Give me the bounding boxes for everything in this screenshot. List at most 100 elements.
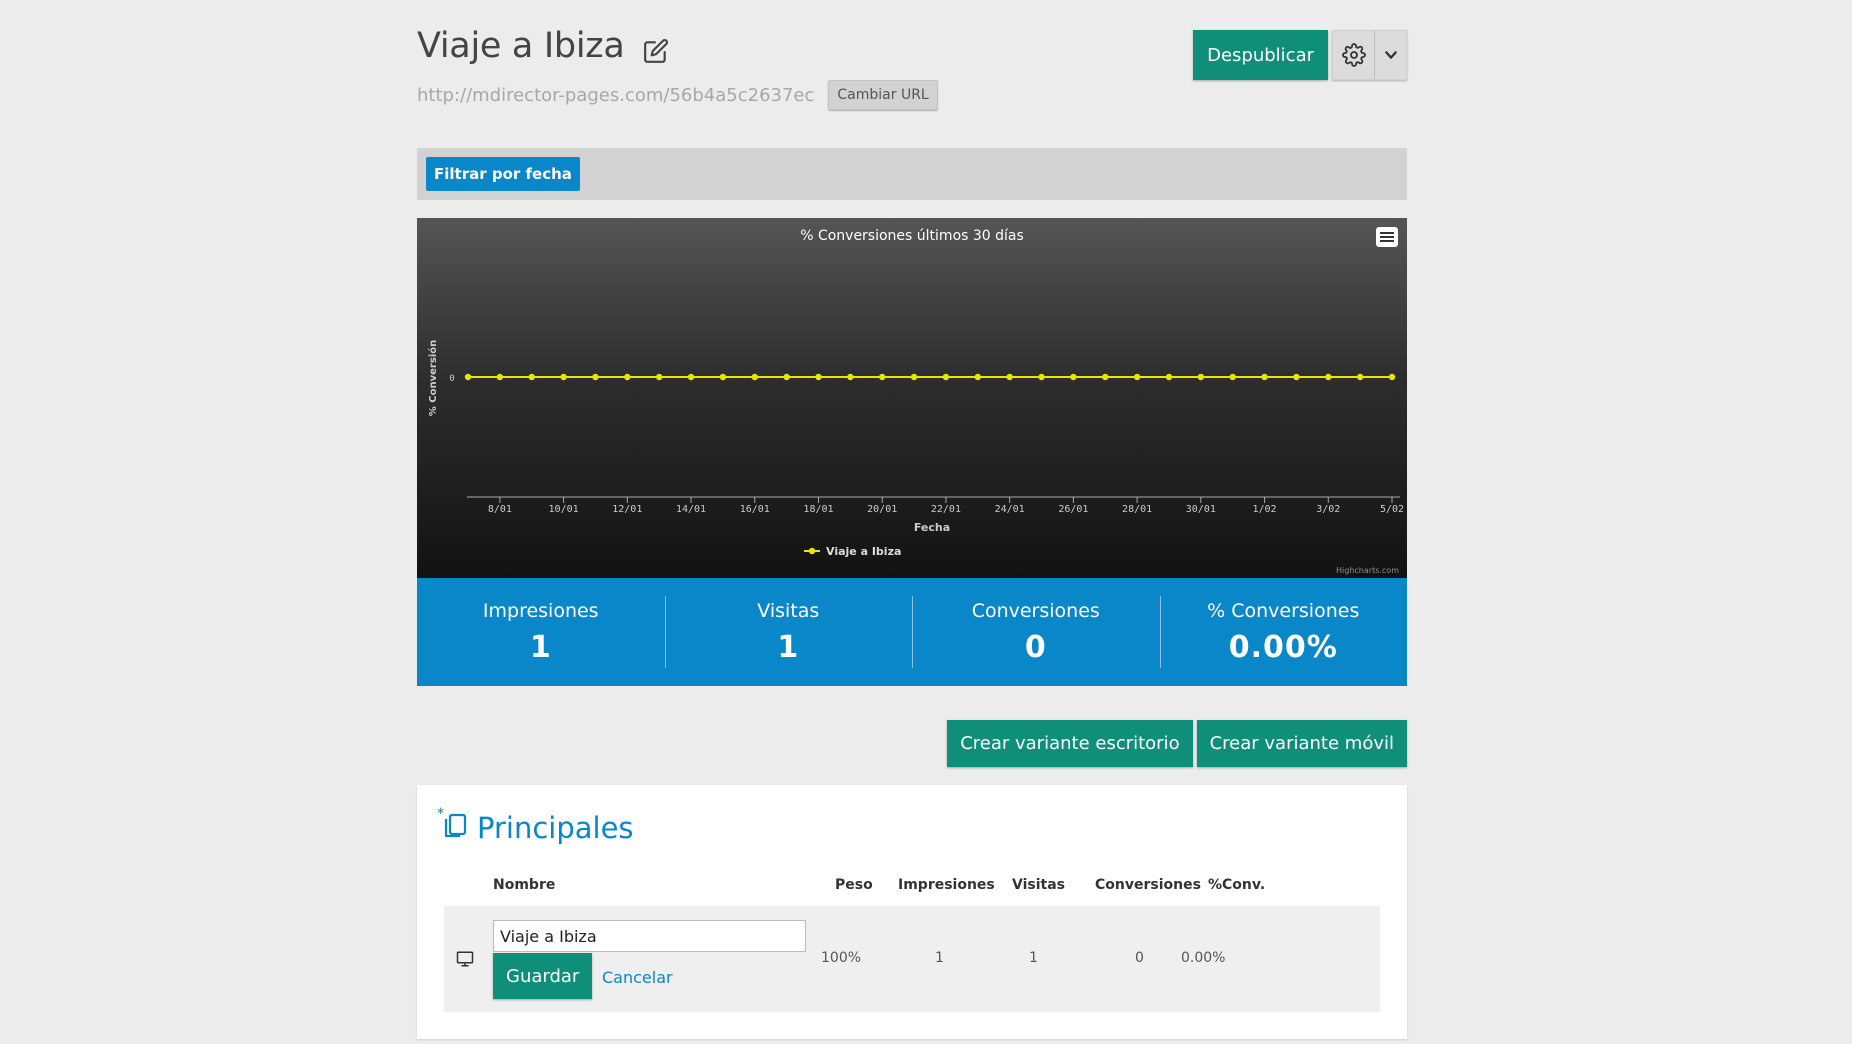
series-point xyxy=(1261,373,1268,381)
x-tick-label: 3/02 xyxy=(1316,504,1340,515)
page-title-wrap: Viaje a Ibiza xyxy=(417,26,669,66)
stat-value: 0 xyxy=(1024,629,1047,665)
chart-legend[interactable]: Viaje a Ibiza xyxy=(804,545,901,558)
cell-weight: 100% xyxy=(821,950,862,966)
x-tick-label: 30/01 xyxy=(1186,504,1216,515)
col-name: Nombre xyxy=(493,877,556,893)
series-point xyxy=(847,373,854,381)
series-point xyxy=(496,373,504,381)
variant-actions: Crear variante escritorio Crear variante… xyxy=(947,720,1407,767)
stat-label: Conversiones xyxy=(971,599,1100,622)
create-desktop-variant-button[interactable]: Crear variante escritorio xyxy=(947,720,1193,767)
variant-name-input[interactable] xyxy=(493,920,806,952)
series-point xyxy=(1070,373,1077,381)
x-tick-label: 14/01 xyxy=(676,504,706,515)
table-header: Nombre Peso Impresiones Visitas Conversi… xyxy=(417,873,1407,899)
series-point xyxy=(1038,373,1045,381)
page-url: http://mdirector-pages.com/56b4a5c2637ec xyxy=(417,84,815,106)
series-point xyxy=(815,373,822,381)
x-tick-label: 22/01 xyxy=(931,504,961,515)
panel-title: Principales xyxy=(477,810,634,845)
filter-bar: Filtrar por fecha xyxy=(417,148,1407,200)
stat-label: Visitas xyxy=(757,599,820,622)
page-header: Viaje a Ibiza http://mdirector-pages.com… xyxy=(417,0,1407,140)
x-tick-label: 20/01 xyxy=(867,504,897,515)
header-actions: Despublicar xyxy=(1193,30,1407,80)
x-tick-label: 1/02 xyxy=(1253,504,1277,515)
x-tick-label: 5/02 xyxy=(1380,504,1404,515)
series-point xyxy=(1388,373,1396,381)
cell-visits: 1 xyxy=(1029,950,1038,966)
stat-value: 1 xyxy=(529,629,552,665)
x-tick-label: 18/01 xyxy=(803,504,833,515)
series-point xyxy=(879,373,886,381)
cancel-link[interactable]: Cancelar xyxy=(602,968,673,987)
chevron-down-icon[interactable] xyxy=(1375,31,1406,79)
page-title: Viaje a Ibiza xyxy=(417,26,625,66)
variants-panel: * Principales Nombre Peso Impresiones Vi… xyxy=(417,785,1407,1039)
cell-conversions: 0 xyxy=(1135,950,1144,966)
series-point xyxy=(974,373,981,381)
panel-title-wrap: * Principales xyxy=(437,806,634,848)
legend-label: Viaje a Ibiza xyxy=(826,545,901,558)
page-container: Viaje a Ibiza http://mdirector-pages.com… xyxy=(417,0,1407,1039)
series-point xyxy=(1356,373,1364,381)
x-tick-label: 12/01 xyxy=(612,504,642,515)
x-tick-label: 26/01 xyxy=(1058,504,1088,515)
series-point xyxy=(560,373,567,381)
series-point xyxy=(783,373,790,381)
chart-credits[interactable]: Highcharts.com xyxy=(1336,566,1399,575)
series-point xyxy=(910,373,918,381)
series-point xyxy=(751,373,758,381)
save-button[interactable]: Guardar xyxy=(493,953,593,999)
series-point xyxy=(624,373,631,381)
settings-dropdown[interactable] xyxy=(1332,30,1407,80)
x-tick-label: 10/01 xyxy=(549,504,579,515)
series-point xyxy=(592,373,599,381)
series-point xyxy=(719,373,727,381)
desktop-icon xyxy=(456,950,474,968)
series-point xyxy=(1133,373,1141,381)
series-point xyxy=(1229,373,1236,381)
svg-text:*: * xyxy=(437,807,444,822)
cell-conv-rate: 0.00% xyxy=(1181,950,1226,966)
legend-marker xyxy=(808,547,816,555)
chart-title: % Conversiones últimos 30 días xyxy=(800,228,1024,244)
stat-impressions: Impresiones 1 xyxy=(417,596,665,668)
x-tick-label: 16/01 xyxy=(740,504,770,515)
stat-label: Impresiones xyxy=(482,599,599,622)
series-point xyxy=(1165,373,1173,381)
series-point xyxy=(687,373,695,381)
conversion-chart: % Conversiones últimos 30 días % Convers… xyxy=(417,218,1407,578)
col-impressions: Impresiones xyxy=(898,877,995,893)
x-tick-label: 24/01 xyxy=(995,504,1025,515)
series-point xyxy=(464,373,472,381)
stat-conversions: Conversiones 0 xyxy=(912,596,1160,668)
url-row: http://mdirector-pages.com/56b4a5c2637ec… xyxy=(417,80,938,110)
stat-value: 0.00% xyxy=(1228,629,1338,665)
cell-impressions: 1 xyxy=(935,950,944,966)
chart-x-axis-label: Fecha xyxy=(914,521,950,534)
col-conv-rate: %Conv. xyxy=(1208,877,1266,893)
create-mobile-variant-button[interactable]: Crear variante móvil xyxy=(1196,720,1407,767)
x-tick-label: 28/01 xyxy=(1122,504,1152,515)
col-weight: Peso xyxy=(835,877,873,893)
filter-by-date-button[interactable]: Filtrar por fecha xyxy=(426,157,580,191)
x-tick-label: 8/01 xyxy=(488,504,512,515)
unpublish-button[interactable]: Despublicar xyxy=(1193,30,1328,80)
chart-y-axis-label: % Conversión xyxy=(427,340,439,416)
chart-menu-icon[interactable] xyxy=(1375,226,1399,248)
stat-conversion-rate: % Conversiones 0.00% xyxy=(1159,596,1408,668)
series-point xyxy=(942,373,950,381)
stats-bar: Impresiones 1 Visitas 1 Conversiones 0 %… xyxy=(417,578,1407,686)
series-point xyxy=(1325,373,1332,381)
edit-icon[interactable] xyxy=(643,33,669,63)
stat-value: 1 xyxy=(777,629,800,665)
y-tick-label: 0 xyxy=(449,374,454,384)
series-point xyxy=(1102,373,1109,381)
stat-label: % Conversiones xyxy=(1207,599,1360,622)
table-row: Guardar Cancelar 100% 1 1 0 0.00% xyxy=(444,906,1380,1012)
gear-icon[interactable] xyxy=(1333,31,1375,79)
series-point xyxy=(1006,373,1013,381)
change-url-button[interactable]: Cambiar URL xyxy=(828,80,938,110)
